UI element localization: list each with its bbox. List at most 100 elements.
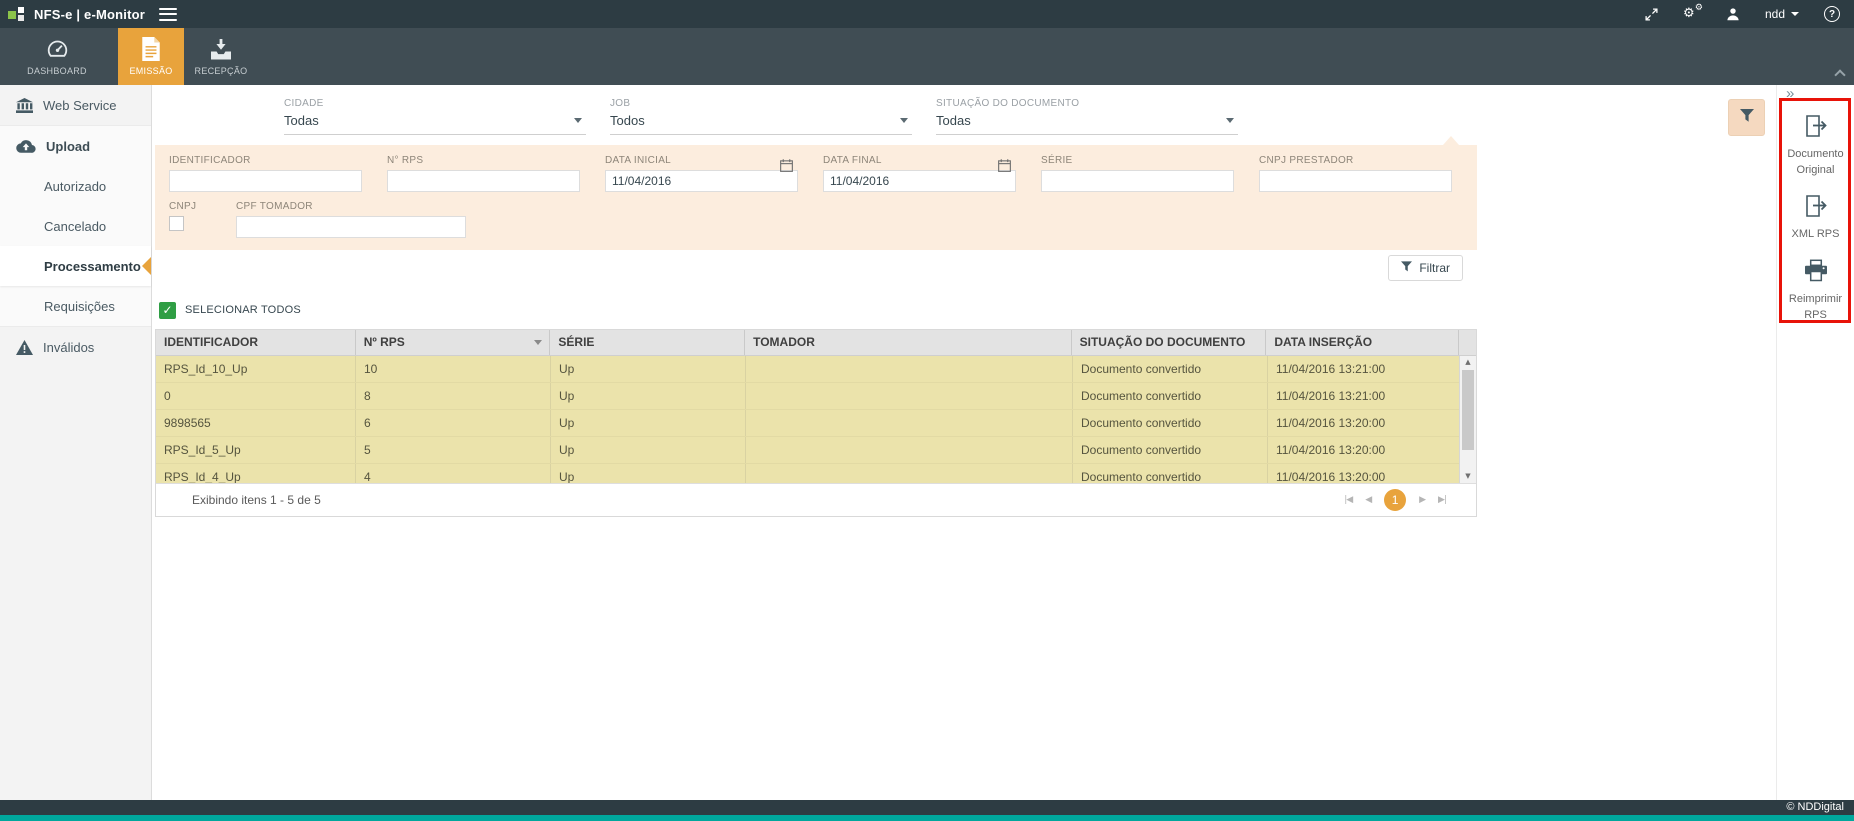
- pagination-page-button[interactable]: 1: [1384, 489, 1406, 511]
- cidade-select[interactable]: CIDADE Todas: [284, 98, 586, 135]
- cell-n-rps: 8: [356, 383, 551, 409]
- table-row[interactable]: RPS_Id_10_Up 10 Up Documento convertido …: [156, 356, 1461, 383]
- column-header-situacao[interactable]: SITUAÇÃO DO DOCUMENTO: [1072, 330, 1267, 355]
- identificador-input[interactable]: [169, 170, 362, 192]
- sidebar-item-autorizado[interactable]: Autorizado: [0, 166, 151, 206]
- topbar: NFS-e | e-Monitor ndd: [0, 0, 1854, 28]
- table-row[interactable]: 0 8 Up Documento convertido 11/04/2016 1…: [156, 383, 1461, 410]
- cnpj-label: CNPJ: [169, 201, 211, 212]
- table-scrollbar[interactable]: [1459, 356, 1476, 483]
- filter-funnel-icon: [1740, 109, 1754, 127]
- caret-down-icon: [1226, 118, 1234, 123]
- fullscreen-icon[interactable]: [1645, 8, 1658, 21]
- serie-label: SÉRIE: [1041, 155, 1234, 166]
- sort-caret-icon: [534, 340, 542, 345]
- dashboard-gauge-icon: [45, 37, 70, 61]
- table-row[interactable]: 9898565 6 Up Documento convertido 11/04/…: [156, 410, 1461, 437]
- cell-n-rps: 4: [356, 464, 551, 483]
- app-window: NFS-e | e-Monitor ndd: [0, 0, 1854, 821]
- pagination-last-icon[interactable]: [1438, 495, 1446, 505]
- cell-n-rps: 10: [356, 356, 551, 382]
- reimprimir-rps-button[interactable]: Reimprimir RPS: [1780, 259, 1852, 324]
- pagination-prev-icon[interactable]: [1365, 495, 1371, 505]
- cpf-tomador-input[interactable]: [236, 216, 466, 238]
- job-select[interactable]: JOB Todos: [610, 98, 912, 135]
- collapse-toolbar-icon[interactable]: [1834, 69, 1845, 80]
- filtrar-button[interactable]: Filtrar: [1388, 255, 1463, 281]
- footer-bar: © NDDigital: [0, 800, 1854, 821]
- column-header-identificador[interactable]: IDENTIFICADOR: [156, 330, 356, 355]
- cell-situacao: Documento convertido: [1073, 356, 1268, 382]
- column-header-data-insercao[interactable]: DATA INSERÇÃO: [1266, 330, 1459, 355]
- paging-status: Exibindo itens 1 - 5 de 5: [192, 493, 321, 507]
- cnpj-prestador-label: CNPJ PRESTADOR: [1259, 155, 1452, 166]
- document-icon: [141, 37, 161, 61]
- sidebar: Web Service Upload Autorizado Ca: [0, 85, 152, 800]
- cell-data-insercao: 11/04/2016 13:21:00: [1268, 383, 1461, 409]
- pagination-next-icon[interactable]: [1419, 495, 1425, 505]
- cell-data-insercao: 11/04/2016 13:20:00: [1268, 410, 1461, 436]
- column-header-n-rps[interactable]: Nº RPS: [356, 330, 551, 355]
- cell-data-insercao: 11/04/2016 13:21:00: [1268, 356, 1461, 382]
- filter-toggle-button[interactable]: [1728, 99, 1765, 136]
- cnpj-checkbox[interactable]: [169, 216, 184, 231]
- scrollbar-thumb[interactable]: [1462, 370, 1474, 450]
- select-all-checkbox[interactable]: [159, 302, 176, 319]
- scroll-up-icon[interactable]: [1460, 356, 1476, 369]
- select-all-row: SELECIONAR TODOS: [159, 299, 1776, 321]
- scroll-down-icon[interactable]: [1460, 470, 1476, 483]
- collapse-panel-icon[interactable]: [1777, 80, 1794, 102]
- table-row[interactable]: RPS_Id_5_Up 5 Up Documento convertido 11…: [156, 437, 1461, 464]
- filter-funnel-icon: [1401, 261, 1412, 275]
- settings-gears-icon[interactable]: [1683, 6, 1701, 22]
- sidebar-item-upload[interactable]: Upload: [0, 126, 151, 166]
- cnpj-prestador-input[interactable]: [1259, 170, 1452, 192]
- workspace: Web Service Upload Autorizado Ca: [0, 85, 1854, 800]
- cell-tomador: [746, 410, 1073, 436]
- cell-serie: Up: [551, 437, 746, 463]
- documento-original-button[interactable]: Documento Original: [1780, 115, 1852, 179]
- job-value: Todos: [610, 113, 900, 128]
- data-final-label: DATA FINAL: [823, 155, 1016, 166]
- sidebar-group-upload: Upload Autorizado Cancelado Processament…: [0, 125, 151, 327]
- help-icon[interactable]: [1824, 6, 1840, 22]
- situacao-documento-select[interactable]: SITUAÇÃO DO DOCUMENTO Todas: [936, 98, 1238, 135]
- pagination: 1: [1344, 489, 1446, 511]
- sidebar-item-processamento[interactable]: Processamento: [0, 246, 151, 286]
- tab-emissao[interactable]: EMISSÃO: [118, 28, 184, 85]
- cell-serie: Up: [551, 383, 746, 409]
- column-header-tomador[interactable]: TOMADOR: [745, 330, 1072, 355]
- data-inicial-input[interactable]: [605, 170, 798, 192]
- column-header-serie[interactable]: SÉRIE: [550, 330, 745, 355]
- job-label: JOB: [610, 98, 912, 109]
- data-inicial-label: DATA INICIAL: [605, 155, 798, 166]
- module-toolbar: DASHBOARD EMISSÃO RECEPÇÃO: [0, 28, 1854, 85]
- menu-icon[interactable]: [159, 8, 177, 21]
- select-all-label: SELECIONAR TODOS: [185, 304, 301, 316]
- user-icon[interactable]: [1726, 7, 1740, 21]
- pagination-first-icon[interactable]: [1344, 495, 1352, 505]
- serie-input[interactable]: [1041, 170, 1234, 192]
- table-row[interactable]: RPS_Id_4_Up 4 Up Documento convertido 11…: [156, 464, 1461, 483]
- cell-identificador: RPS_Id_10_Up: [156, 356, 356, 382]
- situacao-documento-value: Todas: [936, 113, 1226, 128]
- xml-rps-button[interactable]: XML RPS: [1780, 195, 1852, 243]
- cell-tomador: [746, 383, 1073, 409]
- n-rps-label: N° RPS: [387, 155, 580, 166]
- n-rps-input[interactable]: [387, 170, 580, 192]
- sidebar-item-web-service[interactable]: Web Service: [0, 85, 151, 125]
- cell-situacao: Documento convertido: [1073, 383, 1268, 409]
- header-filler: [1459, 330, 1476, 355]
- table-footer: Exibindo itens 1 - 5 de 5 1: [156, 483, 1476, 516]
- sidebar-item-cancelado[interactable]: Cancelado: [0, 206, 151, 246]
- caret-down-icon: [574, 118, 582, 123]
- tab-recepcao[interactable]: RECEPÇÃO: [188, 28, 254, 85]
- tab-dashboard[interactable]: DASHBOARD: [24, 28, 90, 85]
- sidebar-item-invalidos[interactable]: Inválidos: [0, 327, 151, 367]
- cell-situacao: Documento convertido: [1073, 410, 1268, 436]
- user-menu[interactable]: ndd: [1765, 7, 1799, 21]
- copyright: © NDDigital: [1786, 800, 1844, 815]
- data-final-input[interactable]: [823, 170, 1016, 192]
- actions-panel: Documento Original XML RPS: [1776, 85, 1854, 800]
- sidebar-item-requisicoes[interactable]: Requisições: [0, 286, 151, 326]
